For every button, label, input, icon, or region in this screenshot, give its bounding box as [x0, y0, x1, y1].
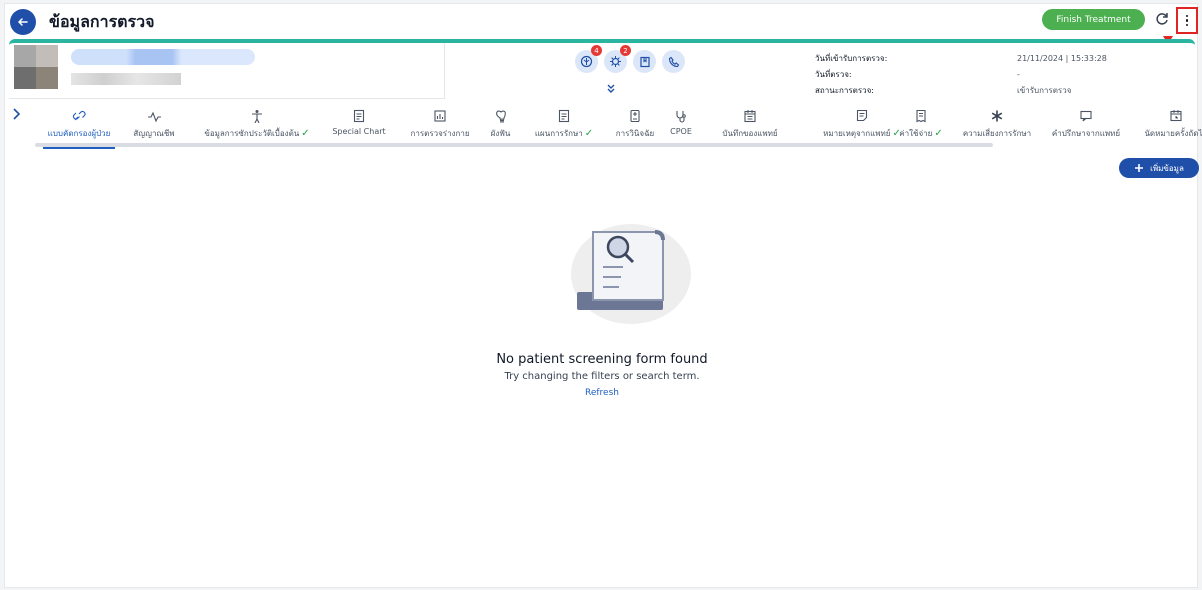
- asterisk-icon: [991, 110, 1003, 122]
- link-icon: [72, 110, 86, 121]
- alert-badge: 2: [620, 45, 631, 56]
- exam-status-label: สถานะการตรวจ:: [815, 86, 874, 95]
- note-icon: [856, 109, 868, 122]
- patient-name-redacted: [71, 49, 255, 65]
- add-data-label: เพิ่มข้อมูล: [1150, 163, 1184, 173]
- avatar: [14, 45, 58, 89]
- appointment-icon: [1170, 110, 1182, 122]
- tab-13[interactable]: ความเสี่ยงการรักษา: [955, 107, 1039, 145]
- patient-action-icons: 4 2: [575, 45, 685, 73]
- tab-label: หมายเหตุจากแพทย์: [823, 129, 891, 138]
- tab-label: สัญญาณชีพ: [133, 129, 175, 138]
- empty-state-title: No patient screening form found: [496, 352, 708, 367]
- allergy-icon: [580, 55, 593, 68]
- tab-label: CPOE: [670, 127, 692, 136]
- chart-doc-icon: [353, 109, 365, 123]
- allergy-button[interactable]: 4: [575, 45, 602, 73]
- record-button[interactable]: [633, 50, 656, 73]
- tab-label: แผนการรักษา: [534, 129, 583, 138]
- book-icon: [639, 56, 650, 67]
- patient-card: 4 2 วันที่เข้ารับการตรวจ: วันที่ตรวจ: สถ…: [9, 39, 1195, 99]
- visit-info-values: 21/11/2024 | 15:33:28 - เข้ารับการตรวจ: [1017, 51, 1107, 99]
- tab-11[interactable]: หมายเหตุจากแพทย์ ✓: [819, 107, 905, 145]
- phone-icon: [668, 56, 679, 67]
- finish-treatment-button[interactable]: Finish Treatment: [1042, 9, 1145, 30]
- tab-9[interactable]: CPOE: [668, 107, 694, 145]
- check-icon: ✓: [301, 128, 310, 139]
- page-title: ข้อมูลการตรวจ: [49, 12, 155, 31]
- tab-scrollbar[interactable]: [35, 143, 993, 147]
- empty-state-subtitle: Try changing the filters or search term.: [504, 371, 700, 382]
- tab-5[interactable]: การตรวจร่างกาย: [405, 107, 475, 145]
- tab-bar: แบบคัดกรองผู้ป่วย สัญญาณชีพ ข้อมูลการซักปร…: [35, 107, 1202, 149]
- tab-label: ความเสี่ยงการรักษา: [962, 129, 1032, 138]
- tab-label: แบบคัดกรองผู้ป่วย: [47, 129, 111, 138]
- chevron-right-icon[interactable]: [11, 107, 21, 121]
- tab-2[interactable]: สัญญาณชีพ: [123, 107, 185, 145]
- tab-label: ค่าใช้จ่าย: [899, 129, 933, 138]
- exam-date-value: -: [1017, 70, 1020, 79]
- tab-label: การวินิจฉัย: [615, 129, 655, 138]
- receipt-icon: [916, 109, 926, 123]
- tab-6[interactable]: ผังฟัน: [488, 107, 513, 145]
- allergy-badge: 4: [591, 45, 602, 56]
- tab-label: การตรวจร่างกาย: [410, 129, 470, 138]
- stethoscope-icon: [676, 111, 686, 123]
- chevron-down-icon[interactable]: [605, 83, 617, 95]
- empty-document-illustration: [571, 224, 691, 324]
- check-icon: ✓: [934, 128, 943, 139]
- tab-12[interactable]: ค่าใช้จ่าย ✓: [895, 107, 947, 145]
- exam-status-value: เข้ารับการตรวจ: [1017, 86, 1072, 95]
- patient-detail-redacted: [71, 73, 181, 85]
- tooth-icon: [495, 110, 506, 123]
- plus-icon: [1135, 164, 1144, 172]
- arrow-left-icon: [17, 18, 28, 26]
- visit-date-value: 21/11/2024 | 15:33:28: [1017, 54, 1107, 63]
- tab-4[interactable]: Special Chart: [331, 107, 387, 145]
- calendar-note-icon: [744, 110, 756, 123]
- back-button[interactable]: [10, 9, 36, 35]
- tab-15[interactable]: นัดหมายครั้งถัดไป: [1144, 107, 1202, 145]
- refresh-link[interactable]: Refresh: [5, 388, 1199, 398]
- tab-1[interactable]: แบบคัดกรองผู้ป่วย: [43, 107, 115, 149]
- alert-button[interactable]: 2: [604, 45, 631, 73]
- exam-icon: [434, 110, 446, 122]
- check-icon: ✓: [584, 128, 594, 139]
- tab-label: ข้อมูลการซักประวัติเบื้องต้น: [204, 129, 300, 138]
- add-data-button[interactable]: เพิ่มข้อมูล: [1119, 158, 1199, 178]
- tab-label: บันทึกของแพทย์: [722, 129, 778, 138]
- top-bar: ข้อมูลการตรวจ Finish Treatment: [5, 4, 1198, 38]
- plan-icon: [558, 109, 570, 123]
- pulse-icon: [148, 111, 161, 123]
- chat-icon: [1080, 110, 1092, 122]
- tab-14[interactable]: คำปรึกษาจากแพทย์: [1045, 107, 1127, 145]
- visit-date-label: วันที่เข้ารับการตรวจ:: [815, 54, 888, 63]
- tab-3[interactable]: ข้อมูลการซักประวัติเบื้องต้น ✓: [195, 107, 319, 145]
- tab-label: นัดหมายครั้งถัดไป: [1144, 129, 1202, 138]
- patient-identity: [9, 43, 445, 99]
- tab-label: ผังฟัน: [490, 129, 511, 138]
- diagnosis-icon: [630, 109, 640, 123]
- exam-date-label: วันที่ตรวจ:: [815, 70, 852, 79]
- tab-10[interactable]: บันทึกของแพทย์: [715, 107, 785, 145]
- visit-info-labels: วันที่เข้ารับการตรวจ: วันที่ตรวจ: สถานะก…: [815, 51, 887, 99]
- refresh-icon[interactable]: [1153, 10, 1171, 28]
- more-options-button[interactable]: [1176, 7, 1198, 34]
- tab-8[interactable]: การวินิจฉัย: [611, 107, 659, 145]
- person-icon: [252, 110, 262, 123]
- tab-label: Special Chart: [332, 127, 386, 136]
- call-button[interactable]: [662, 50, 685, 73]
- virus-icon: [610, 56, 621, 67]
- app-frame: ข้อมูลการตรวจ Finish Treatment 4 2 วันที…: [4, 3, 1202, 588]
- tab-label: คำปรึกษาจากแพทย์: [1051, 129, 1121, 138]
- tab-7[interactable]: แผนการรักษา ✓: [522, 107, 606, 145]
